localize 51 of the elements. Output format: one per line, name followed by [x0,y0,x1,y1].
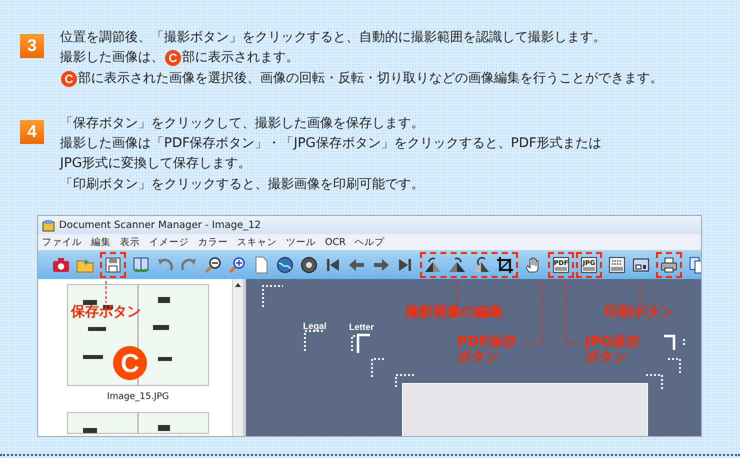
marker-badge: C [165,50,181,66]
zoom-out-icon[interactable] [204,256,222,274]
instruction-text: 部に表示されます。 [182,49,299,68]
leader-line [522,280,542,344]
thumbnail-caption: Image_15.JPG [106,392,170,402]
menu-item[interactable]: 表示 [120,236,140,248]
paper-size-label: Legal [303,321,327,331]
printer-icon[interactable] [660,256,678,274]
leader-line [564,280,584,344]
menu-item[interactable]: イメージ [149,236,189,248]
copy-icon[interactable] [688,256,701,274]
instruction-text: 部に表示された画像を選択後、画像の回転・反転・切り取りなどの画像編集を行うことができます。 [78,70,663,88]
crop-icon[interactable] [496,256,514,274]
globe-icon[interactable] [276,256,294,274]
menu-item[interactable]: ツール [286,236,316,248]
menu-item[interactable]: 編集 [91,236,111,248]
flip-icon[interactable] [472,256,490,274]
menu-item[interactable]: カラー [198,236,228,248]
callout-label: PDF保存 ボタン [457,335,516,365]
callout-label: 保存ボタン [71,305,141,320]
callout-label: 撮影画像の編集 [405,305,503,320]
instruction-text: 「保存ボタン」をクリックして、撮影した画像を保存します。 [60,114,424,133]
window-title: Document Scanner Manager - Image_12 [59,220,261,230]
window-panes-icon[interactable] [132,256,150,274]
document-icon[interactable] [608,256,626,274]
menu-item[interactable]: ヘルプ [354,236,385,248]
callout-label: 印刷ボタン [604,305,674,320]
rotate-right-icon[interactable] [424,256,442,274]
camera-icon[interactable] [52,256,70,274]
scrollbar[interactable] [232,279,243,436]
instruction-text: 撮影した画像は「PDF保存ボタン」・「JPG保存ボタン」をクリックすると、PDF形式または [60,135,602,154]
callout-label: JPG保存 ボタン [585,335,640,365]
marker-badge: C [61,70,77,87]
app-icon [42,218,55,232]
instruction-text: 位置を調節後、「撮影ボタン」をクリックすると、自動的に撮影範囲を認識して撮影します。 [60,29,606,47]
rotate-left-icon[interactable] [448,256,466,274]
scanner-icon[interactable] [632,256,650,274]
curved-arrow-left-icon[interactable] [156,256,174,274]
menu-item[interactable]: OCR [325,236,346,248]
step-number: 3 [20,34,44,58]
menu-item[interactable]: スキャン [237,236,277,248]
marker-badge: C [113,346,147,380]
instruction-text: 「印刷ボタン」をクリックすると、撮影画像を印刷可能です。 [60,176,424,194]
step-number: 4 [20,120,44,144]
menu-item[interactable]: ファイル [42,236,82,248]
curved-arrow-right-icon[interactable] [180,256,198,274]
paper-size-label: Letter [349,322,374,332]
instruction-text: JPG形式に変換して保存します。 [60,155,252,174]
instruction-text: 撮影した画像は、 [60,49,164,68]
zoom-in-icon[interactable] [228,256,246,274]
scroll-up-icon[interactable] [235,283,241,287]
